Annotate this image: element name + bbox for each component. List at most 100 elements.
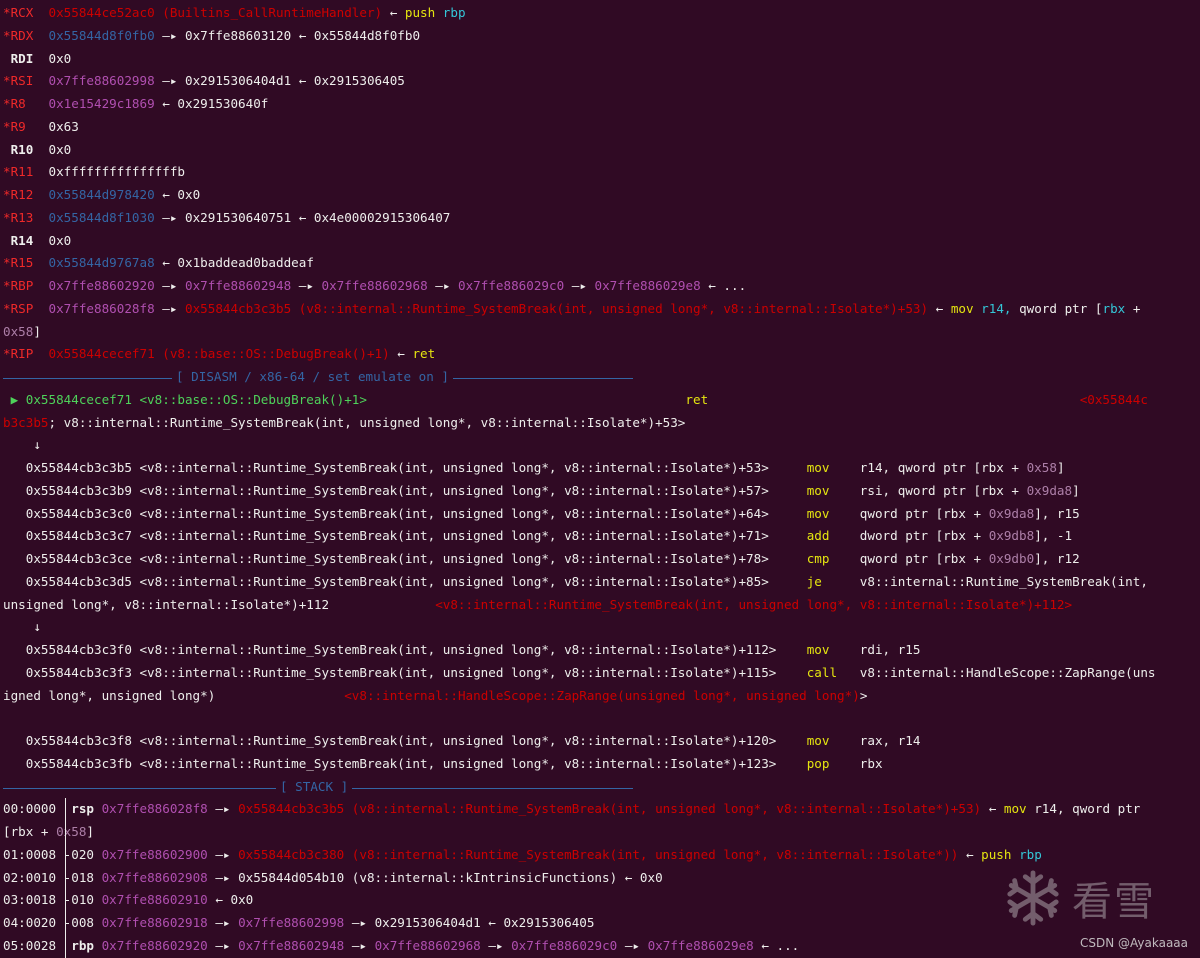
disasm-line-segment: 0x9da8 [988,505,1035,521]
register-line-segment: 0x55844d8f0fb0 [33,27,155,43]
disasm-line: 0x55844cb3c3b5 <v8::internal::Runtime_Sy… [3,457,1065,480]
stack-line-segment: 0x7ffe88602910 [94,892,208,908]
stack-line-segment: 05:0028 [3,937,57,953]
disasm-line: 0x55844cb3c3f0 <v8::internal::Runtime_Sy… [3,639,921,662]
register-line-segment: *R12 [3,187,34,202]
stack-line-segment: —▸ [207,915,239,930]
stack-line-segment: —▸ [480,937,512,953]
disasm-line-segment: 0x55844cb3c3ce <v8::internal::Runtime_Sy… [3,551,807,566]
stack-line-segment: rbp [1011,846,1042,862]
register-line: *RSP 0x7ffe886028f8 —▸ 0x55844cb3c3b5 (v… [3,298,1148,321]
register-line: R10 0x0 [3,139,72,162]
register-line-segment: ret [412,346,436,362]
disasm-line-segment: mov [806,482,830,498]
stack-line-segment: —▸ 0x2915306404d1 ← 0x2915306405 [344,915,595,930]
disasm-line: unsigned long*, v8::internal::Isolate*)+… [3,594,1072,617]
register-line: *R11 0xfffffffffffffffb [3,161,185,184]
register-line-segment: 0x63 [25,118,79,134]
stack-line-segment: 0x55844cb3c380 (v8::internal::Runtime_Sy… [238,846,966,862]
disasm-line-segment: 0x55844cb3c3f3 <v8::internal::Runtime_Sy… [3,664,807,680]
disasm-line-segment: 0x9db8 [988,528,1035,544]
stack-line: 01:0008 -020 0x7ffe88602900 —▸ 0x55844cb… [3,844,1042,867]
stack-line-segment [56,801,71,816]
stack-line: 00:0000 rsp 0x7ffe886028f8 —▸ 0x55844cb3… [3,798,1140,821]
disasm-line-segment: ], -1 [1034,528,1073,544]
register-line: *RSI 0x7ffe88602998 —▸ 0x2915306404d1 ← … [3,70,405,93]
snowflake-icon [1007,870,1059,926]
register-line-segment: 0x55844cb3c3b5 (v8::internal::Runtime_Sy… [185,300,936,316]
disasm-line: 0x55844cb3c3c7 <v8::internal::Runtime_Sy… [3,525,1072,548]
register-line-segment: 0x55844ce52ac0 (Builtins_CallRuntimeHand… [33,5,390,20]
disasm-line-segment: rbx [829,755,883,771]
stack-line-segment: push [981,846,1012,862]
stack-line-segment: -018 [56,869,94,885]
disasm-line-segment: v8::internal::HandleScope::ZapRange(uns [837,664,1156,680]
disasm-line: 0x55844cb3c3c0 <v8::internal::Runtime_Sy… [3,503,1080,526]
register-line-segment: 0x1e15429c1869 [25,96,155,111]
register-line: *RBP 0x7ffe88602920 —▸ 0x7ffe88602948 —▸… [3,275,746,298]
disasm-line-segment: ↓ [3,619,41,635]
register-line-segment: ← [935,300,951,316]
register-line-segment: 0x0 [33,141,72,157]
disasm-line: 0x55844cb3c3f8 <v8::internal::Runtime_Sy… [3,730,921,753]
register-line-segment: 0x7ffe88602968 [321,278,428,293]
stack-line: 02:0010 -018 0x7ffe88602908 —▸ 0x55844d0… [3,867,663,890]
register-line-segment: push [404,5,436,20]
stack-line-segment: ← [965,846,982,862]
register-line-segment: R10 [3,141,34,157]
disasm-line: b3c3b5; v8::internal::Runtime_SystemBrea… [3,412,685,435]
disasm-line: 0x55844cb3c3b9 <v8::internal::Runtime_Sy… [3,480,1080,503]
stack-line-segment: mov [1003,801,1027,817]
register-line-segment: r14, [973,300,1020,316]
disasm-line: ▶ 0x55844cecef71 <v8::base::OS::DebugBre… [3,389,1148,412]
disasm-line-segment: 0x58 [1026,460,1057,475]
disasm-line-segment: je [806,573,822,589]
stack-line: 05:0028 rbp 0x7ffe88602920 —▸ 0x7ffe8860… [3,935,799,958]
register-line-segment: 0x0 [33,50,72,66]
disasm-line-segment: dword ptr [rbx + [829,528,989,544]
stack-line-segment: [rbx + [3,824,57,839]
register-line-segment: RDI [3,50,34,66]
register-line-segment: *R9 [3,118,26,134]
disasm-line-segment: <v8::internal::HandleScope::ZapRange(uns… [344,687,860,703]
disasm-line-segment: b3c3b5 [3,414,49,430]
disasm-line-segment: rdi, r15 [829,642,921,657]
disasm-line-segment: add [806,528,830,544]
disasm-line-segment: igned long*, unsigned long*) [3,687,216,703]
stack-line-segment: ← 0x0 [207,892,254,908]
register-line: *R9 0x63 [3,116,79,139]
stack-line-segment: 0x55844cb3c3b5 (v8::internal::Runtime_Sy… [238,801,989,817]
register-line-segment: —▸ [291,278,322,293]
disasm-line-segment: 0x9da8 [1026,482,1073,498]
stack-line-segment: 00:0000 [3,801,57,817]
register-line-segment: —▸ 0x2915306404d1 ← 0x2915306405 [154,73,405,89]
disasm-line-segment: 0x9db0 [988,551,1035,566]
register-line-segment: R14 [3,232,34,248]
disasm-line: 0x55844cb3c3ce <v8::internal::Runtime_Sy… [3,548,1080,571]
disasm-line-segment: mov [806,460,830,475]
disasm-line-segment: ], r15 [1034,505,1080,521]
stack-line-segment: 04:0020 [3,915,57,930]
register-line-segment: 0x55844d8f1030 [33,209,155,225]
stack-line-segment: ← [988,801,1004,817]
stack-line-segment: —▸ [207,846,239,862]
stack-line-segment: 0x7ffe88602968 [374,937,481,953]
register-line-segment: ← [389,5,405,20]
register-line: *R12 0x55844d978420 ← 0x0 [3,184,200,207]
stack-line-segment: 0x7ffe886029e8 [647,937,754,953]
terminal-window[interactable]: *RCX 0x55844ce52ac0 (Builtins_CallRuntim… [0,0,1200,958]
register-line-segment: qword ptr [1019,300,1095,316]
disasm-line-segment: ] [1056,460,1065,475]
watermark-text: 看雪 [1072,879,1156,925]
stack-line-segment: 01:0008 [3,846,57,862]
disasm-line-segment: ▶ 0x55844cecef71 <v8::base::OS::DebugBre… [3,391,367,407]
disasm-line-segment: v8::internal::Runtime_SystemBreak(int, [821,573,1156,589]
register-line-segment: *RIP [3,346,34,362]
register-line: *RIP 0x55844cecef71 (v8::base::OS::Debug… [3,343,435,366]
disasm-line-segment: rax, r14 [829,733,921,748]
disasm-line-segment: mov [806,642,830,657]
disasm-line-segment: 0x55844cb3c3f8 <v8::internal::Runtime_Sy… [3,733,807,748]
register-line-segment: 0x7ffe88602920 [33,278,155,293]
disasm-line-segment: 0x55844cb3c3b5 <v8::internal::Runtime_Sy… [3,460,807,475]
register-line-segment: *R13 [3,209,34,225]
